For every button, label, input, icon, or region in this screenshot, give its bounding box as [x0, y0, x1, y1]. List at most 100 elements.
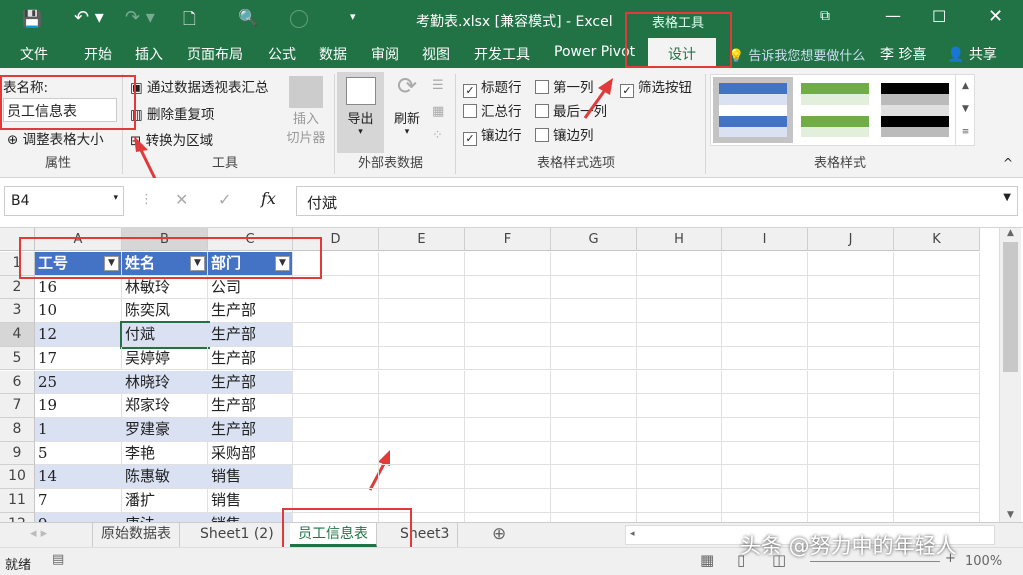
cell[interactable]	[894, 299, 980, 324]
cell[interactable]	[379, 417, 465, 442]
cell[interactable]	[551, 370, 637, 395]
cell[interactable]	[894, 346, 980, 371]
sheet-nav-arrows[interactable]: ◂ ▸	[30, 526, 47, 541]
cell[interactable]	[465, 346, 551, 371]
cell[interactable]	[551, 465, 637, 489]
column-header[interactable]: J	[808, 228, 894, 251]
enter-icon[interactable]: ✓	[218, 190, 231, 209]
table-cell[interactable]: 生产部	[208, 323, 293, 347]
cell[interactable]	[894, 465, 980, 489]
cell[interactable]	[465, 252, 551, 276]
table-cell[interactable]: 14	[35, 465, 122, 489]
cell[interactable]	[379, 394, 465, 418]
cell[interactable]	[465, 417, 551, 442]
cell[interactable]	[808, 489, 894, 513]
cell[interactable]	[637, 275, 722, 300]
row-header[interactable]: 11	[0, 489, 35, 513]
cell[interactable]	[722, 346, 808, 371]
cell[interactable]	[722, 275, 808, 300]
table-cell[interactable]: 生产部	[208, 299, 293, 324]
cell[interactable]	[808, 275, 894, 300]
cell[interactable]	[379, 465, 465, 489]
cell[interactable]	[465, 370, 551, 395]
table-cell[interactable]: 吴婷婷	[122, 346, 208, 371]
sheet-tab-sheet1-2[interactable]: Sheet1 (2)	[192, 523, 283, 547]
cell[interactable]	[465, 323, 551, 347]
row-header[interactable]: 10	[0, 465, 35, 489]
cell[interactable]	[894, 441, 980, 466]
column-header[interactable]: I	[722, 228, 808, 251]
sheet-tab-original[interactable]: 原始数据表	[92, 523, 180, 547]
zoom-level[interactable]: 100%	[965, 554, 1002, 569]
cell[interactable]	[722, 394, 808, 418]
cell[interactable]	[808, 370, 894, 395]
column-header[interactable]: K	[894, 228, 980, 251]
cell[interactable]	[293, 417, 379, 442]
table-cell[interactable]: 潘扩	[122, 489, 208, 513]
cell[interactable]	[637, 299, 722, 324]
table-cell[interactable]: 生产部	[208, 417, 293, 442]
cell[interactable]	[637, 346, 722, 371]
zoom-slider[interactable]	[810, 561, 940, 562]
cell[interactable]	[894, 275, 980, 300]
cell[interactable]	[722, 252, 808, 276]
cell[interactable]	[465, 299, 551, 324]
name-box[interactable]: B4 ▾	[4, 186, 124, 216]
cell[interactable]	[722, 417, 808, 442]
cell[interactable]	[637, 441, 722, 466]
table-cell[interactable]: 12	[35, 323, 122, 347]
row-header[interactable]: 2	[0, 275, 35, 300]
cell[interactable]	[551, 394, 637, 418]
table-cell[interactable]: 销售	[208, 465, 293, 489]
cell[interactable]	[808, 465, 894, 489]
table-cell[interactable]: 郑家玲	[122, 394, 208, 418]
cell[interactable]	[379, 323, 465, 347]
row-header[interactable]: 9	[0, 441, 35, 466]
row-header[interactable]: 7	[0, 394, 35, 418]
table-cell[interactable]: 5	[35, 441, 122, 466]
cell[interactable]	[551, 417, 637, 442]
cell[interactable]	[808, 441, 894, 466]
cell[interactable]	[722, 441, 808, 466]
cell[interactable]	[808, 299, 894, 324]
table-cell[interactable]: 17	[35, 346, 122, 371]
table-cell[interactable]: 付斌	[120, 321, 210, 349]
cell[interactable]	[894, 489, 980, 513]
table-cell[interactable]: 林晓玲	[122, 370, 208, 395]
table-cell[interactable]: 陈奕凤	[122, 299, 208, 324]
table-cell[interactable]: 19	[35, 394, 122, 418]
cell[interactable]	[379, 441, 465, 466]
table-cell[interactable]: 7	[35, 489, 122, 513]
cell[interactable]	[894, 252, 980, 276]
table-cell[interactable]: 生产部	[208, 370, 293, 395]
formula-input[interactable]: 付斌 ▼	[296, 186, 1018, 216]
column-header[interactable]: E	[379, 228, 465, 251]
cell[interactable]	[465, 441, 551, 466]
cell[interactable]	[379, 275, 465, 300]
cell[interactable]	[637, 252, 722, 276]
cell[interactable]	[894, 323, 980, 347]
cell[interactable]	[465, 489, 551, 513]
cell[interactable]	[722, 299, 808, 324]
macro-record-icon[interactable]: ▤	[52, 552, 64, 567]
cell[interactable]	[808, 346, 894, 371]
cell[interactable]	[293, 441, 379, 466]
row-header[interactable]: 8	[0, 417, 35, 442]
table-cell[interactable]: 销售	[208, 489, 293, 513]
normal-view-icon[interactable]: ▦	[700, 551, 714, 569]
table-cell[interactable]: 25	[35, 370, 122, 395]
row-header[interactable]: 5	[0, 346, 35, 371]
cell[interactable]	[551, 299, 637, 324]
cell[interactable]	[894, 417, 980, 442]
cell[interactable]	[551, 252, 637, 276]
cell[interactable]	[808, 323, 894, 347]
cell[interactable]	[637, 323, 722, 347]
cell[interactable]	[808, 252, 894, 276]
table-cell[interactable]: 1	[35, 417, 122, 442]
table-cell[interactable]: 李艳	[122, 441, 208, 466]
table-cell[interactable]: 公司	[208, 275, 293, 300]
scroll-thumb[interactable]	[1003, 242, 1018, 372]
cell[interactable]	[637, 417, 722, 442]
column-header[interactable]: F	[465, 228, 551, 251]
cell[interactable]	[808, 417, 894, 442]
